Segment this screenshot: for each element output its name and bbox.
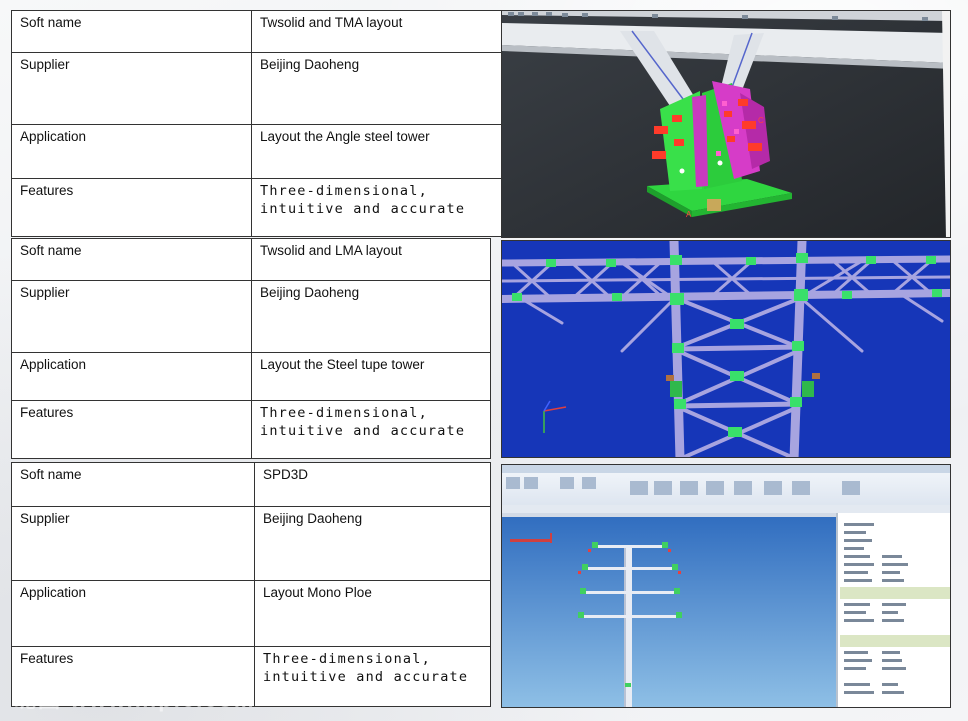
soft-name-label: Soft name <box>11 238 252 281</box>
features-value: Three-dimensional, intuitive and accurat… <box>251 178 503 237</box>
supplier-label: Supplier <box>11 506 255 581</box>
mono-pole-software-drawing <box>502 465 950 707</box>
supplier-value: Beijing Daoheng <box>251 280 491 353</box>
svg-text:C: C <box>758 116 764 125</box>
mono-pole-image <box>501 464 951 708</box>
steel-tube-tower-drawing <box>502 241 950 457</box>
application-label: Application <box>11 124 252 179</box>
soft-name-label: Soft name <box>11 10 252 53</box>
info-table-3: Soft name SPD3D Supplier Beijing Daoheng… <box>11 462 491 707</box>
supplier-value: Beijing Daoheng <box>254 506 491 581</box>
features-label: Features <box>11 178 252 237</box>
soft-name-value: Twsolid and TMA layout <box>251 10 503 53</box>
features-value: Three-dimensional, intuitive and accurat… <box>254 646 491 707</box>
angle-steel-tower-image: A C <box>501 10 951 238</box>
svg-text:A: A <box>686 210 692 219</box>
application-value: Layout the Steel tupe tower <box>251 352 491 401</box>
soft-name-value: SPD3D <box>254 462 491 507</box>
features-value: Three-dimensional, intuitive and accurat… <box>251 400 491 459</box>
application-value: Layout the Angle steel tower <box>251 124 503 179</box>
software-block-2: Soft name Twsolid and LMA layout Supplie… <box>11 238 951 460</box>
watermark: 昵图 www.nipic.com <box>14 687 256 712</box>
info-table-2: Soft name Twsolid and LMA layout Supplie… <box>11 238 491 459</box>
soft-name-label: Soft name <box>11 462 255 507</box>
supplier-value: Beijing Daoheng <box>251 52 503 125</box>
angle-steel-tower-drawing: A C <box>502 11 950 237</box>
application-label: Application <box>11 352 252 401</box>
supplier-label: Supplier <box>11 280 252 353</box>
steel-tube-tower-image <box>501 240 951 458</box>
software-block-1: Soft name Twsolid and TMA layout Supplie… <box>11 10 951 238</box>
soft-name-value: Twsolid and LMA layout <box>251 238 491 281</box>
features-label: Features <box>11 400 252 459</box>
info-table-1: Soft name Twsolid and TMA layout Supplie… <box>11 10 503 237</box>
application-value: Layout Mono Ploe <box>254 580 491 647</box>
software-block-3: Soft name SPD3D Supplier Beijing Daoheng… <box>11 462 951 708</box>
supplier-label: Supplier <box>11 52 252 125</box>
application-label: Application <box>11 580 255 647</box>
